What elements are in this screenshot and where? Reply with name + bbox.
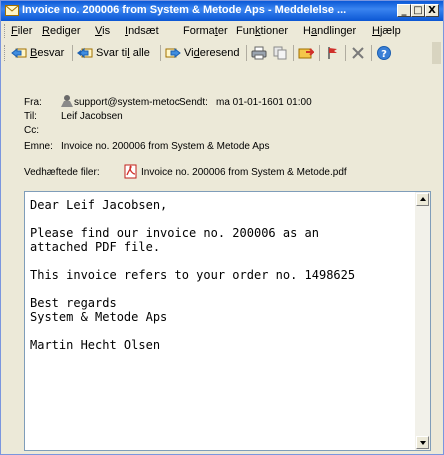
help-icon: ? — [377, 46, 391, 60]
maximize-button[interactable]: □ — [411, 4, 425, 17]
close-button[interactable]: X — [425, 4, 439, 17]
title-bar[interactable]: Invoice no. 200006 from System & Metode … — [1, 1, 443, 21]
from-label: Fra: — [24, 97, 42, 108]
message-header: Fra: support@system-metoc Sendt: ma 01-0… — [1, 66, 443, 186]
menu-edit[interactable]: Rediger — [42, 25, 81, 37]
delete-button[interactable] — [350, 45, 369, 61]
menu-insert[interactable]: Indsæt — [125, 25, 159, 37]
reply-all-label: Svar til alle — [96, 47, 150, 59]
follow-up-flag-button[interactable] — [324, 45, 343, 61]
attachment-file-link[interactable]: Invoice no. 200006 from System & Metode.… — [141, 167, 347, 178]
printer-icon — [251, 46, 267, 60]
cc-label: Cc: — [24, 125, 39, 136]
menu-file[interactable]: Filer — [11, 25, 32, 37]
toolbar-grip[interactable] — [4, 45, 7, 61]
contact-person-icon — [61, 95, 73, 107]
toolbar: Besvar Svar til alle Videresend ? — [1, 42, 443, 64]
minimize-button[interactable]: _ — [397, 4, 411, 17]
toolbar-separator — [371, 45, 372, 61]
window-title: Invoice no. 200006 from System & Metode … — [22, 4, 347, 16]
print-button[interactable] — [251, 45, 270, 61]
arrow-down-icon — [420, 441, 426, 445]
copy-icon — [273, 46, 287, 60]
subject-label: Emne: — [24, 141, 53, 152]
toolbar-separator — [246, 45, 247, 61]
toolbar-separator — [160, 45, 161, 61]
arrow-up-icon — [420, 197, 426, 201]
menu-actions[interactable]: Handlinger — [303, 25, 356, 37]
message-body-text: Dear Leif Jacobsen, Please find our invo… — [30, 198, 356, 352]
menu-bar: Filer Rediger Vis Indsæt Formater Funkti… — [1, 21, 443, 41]
toolbar-separator — [72, 45, 73, 61]
reply-icon — [11, 47, 27, 59]
menu-grip[interactable] — [4, 24, 7, 38]
menu-tools[interactable]: Funktioner — [236, 25, 288, 37]
toolbar-separator — [345, 45, 346, 61]
svg-text:?: ? — [381, 49, 387, 60]
from-value[interactable]: support@system-metoc — [74, 97, 180, 108]
toolbar-separator — [293, 45, 294, 61]
reply-button[interactable]: Besvar — [11, 45, 64, 61]
sent-value: ma 01-01-1601 01:00 — [216, 97, 312, 108]
subject-value: Invoice no. 200006 from System & Metode … — [61, 141, 270, 152]
forward-label: Videresend — [184, 47, 240, 59]
forward-icon — [165, 47, 181, 59]
to-label: Til: — [24, 111, 37, 122]
scroll-up-button[interactable] — [416, 193, 429, 206]
message-body[interactable]: Dear Leif Jacobsen, Please find our invo… — [24, 191, 431, 451]
folder-arrow-icon — [298, 48, 314, 59]
toolbar-overflow-chevron-icon[interactable] — [432, 42, 441, 64]
delete-icon — [352, 47, 364, 59]
copy-button[interactable] — [272, 45, 291, 61]
flag-icon — [328, 47, 337, 59]
scroll-down-button[interactable] — [416, 436, 429, 449]
message-window: Invoice no. 200006 from System & Metode … — [0, 0, 444, 455]
help-button[interactable]: ? — [376, 45, 395, 61]
pdf-file-icon — [124, 164, 137, 179]
sent-label: Sendt: — [179, 97, 208, 108]
move-to-folder-button[interactable] — [298, 45, 317, 61]
menu-view[interactable]: Vis — [95, 25, 110, 37]
menu-format[interactable]: Formater — [183, 25, 228, 37]
reply-all-icon — [77, 47, 93, 59]
forward-button[interactable]: Videresend — [165, 45, 239, 61]
menu-help[interactable]: Hjælp — [372, 25, 401, 37]
envelope-icon — [5, 5, 19, 16]
to-value[interactable]: Leif Jacobsen — [61, 111, 123, 122]
toolbar-separator — [319, 45, 320, 61]
vertical-scrollbar[interactable] — [415, 192, 430, 450]
reply-all-button[interactable]: Svar til alle — [77, 45, 150, 61]
attachments-label: Vedhæftede filer: — [24, 167, 100, 178]
reply-label: Besvar — [30, 47, 65, 59]
